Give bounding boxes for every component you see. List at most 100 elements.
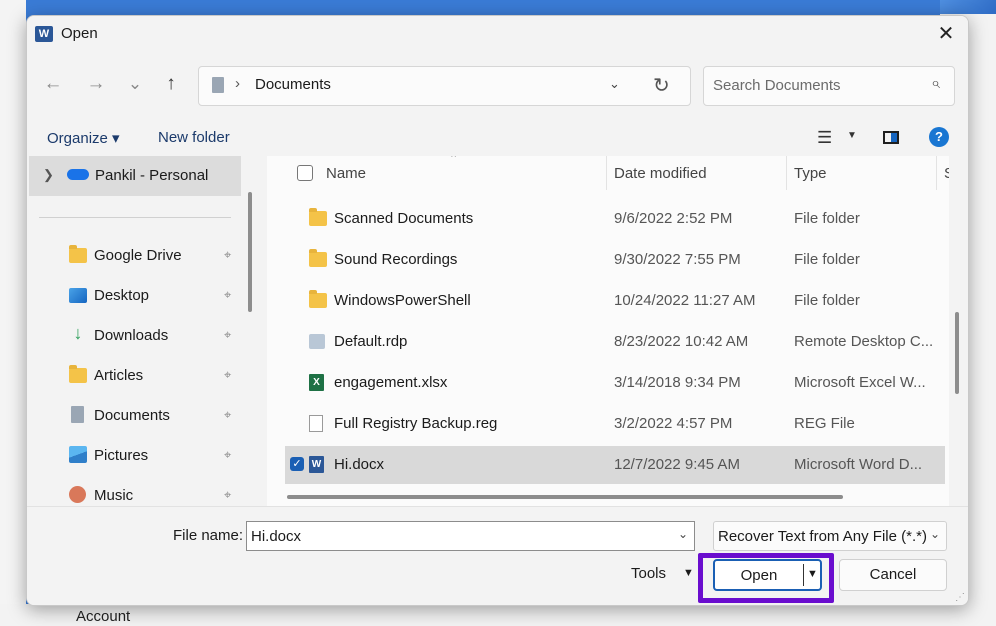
open-button-label[interactable]: Open bbox=[715, 567, 803, 584]
column-date-modified[interactable]: Date modified bbox=[614, 165, 707, 182]
sidebar-item-label: Pictures bbox=[94, 447, 149, 464]
sidebar-item-music[interactable]: Music ⌖ bbox=[67, 482, 247, 506]
background-wallpaper bbox=[940, 0, 996, 14]
download-icon: ↓ bbox=[73, 323, 83, 343]
tools-button[interactable]: Tools bbox=[631, 565, 666, 582]
file-type: Microsoft Word D... bbox=[794, 456, 923, 473]
chevron-down-icon[interactable]: ⌄ bbox=[930, 527, 940, 541]
rdp-icon bbox=[309, 334, 325, 349]
breadcrumb-documents[interactable]: Documents bbox=[255, 76, 331, 93]
file-row-selected[interactable]: ✓ W Hi.docx 12/7/2022 9:45 AM Microsoft … bbox=[285, 446, 945, 484]
sidebar-item-onedrive[interactable]: ❯ Pankil - Personal bbox=[29, 156, 241, 196]
word-icon: W bbox=[309, 456, 324, 473]
background-left bbox=[0, 0, 26, 626]
sidebar-item-label: Pankil - Personal bbox=[95, 167, 209, 184]
desktop-icon bbox=[69, 288, 87, 303]
file-type: File folder bbox=[794, 210, 860, 227]
up-arrow-icon[interactable]: ↑ bbox=[159, 72, 183, 96]
view-options-icon[interactable]: ☰ bbox=[817, 128, 832, 148]
sidebar-item-documents[interactable]: Documents ⌖ bbox=[67, 402, 247, 432]
sidebar-item-google-drive[interactable]: Google Drive ⌖ bbox=[67, 242, 247, 272]
search-icon[interactable]: ⌕ bbox=[931, 75, 940, 93]
new-folder-button[interactable]: New folder bbox=[158, 129, 230, 146]
file-row[interactable]: Full Registry Backup.reg 3/2/2022 4:57 P… bbox=[285, 405, 945, 443]
onedrive-cloud-icon bbox=[67, 169, 89, 180]
help-icon[interactable]: ? bbox=[929, 127, 949, 147]
pin-icon: ⌖ bbox=[224, 487, 232, 502]
file-row[interactable]: Default.rdp 8/23/2022 10:42 AM Remote De… bbox=[285, 323, 945, 361]
search-box[interactable]: Search Documents ⌕ bbox=[703, 66, 955, 106]
refresh-icon[interactable]: ↻ bbox=[653, 73, 670, 98]
navigation-scrollbar[interactable] bbox=[248, 192, 252, 312]
file-date: 12/7/2022 9:45 AM bbox=[614, 456, 740, 473]
dialog-footer: File name: Hi.docx ⌄ Recover Text from A… bbox=[27, 506, 968, 605]
cancel-button[interactable]: Cancel bbox=[839, 559, 947, 591]
file-type-filter-value[interactable]: Recover Text from Any File (*.*) bbox=[718, 528, 927, 545]
preview-pane-icon[interactable] bbox=[883, 131, 899, 144]
pin-icon: ⌖ bbox=[224, 407, 232, 422]
sidebar-item-downloads[interactable]: ↓ Downloads ⌖ bbox=[67, 322, 247, 352]
sidebar-item-desktop[interactable]: Desktop ⌖ bbox=[67, 282, 247, 312]
registry-icon bbox=[309, 415, 323, 432]
column-name[interactable]: Name bbox=[326, 165, 366, 182]
word-app-icon: W bbox=[35, 26, 53, 42]
column-type[interactable]: Type bbox=[794, 165, 827, 182]
chevron-down-icon[interactable]: ⌄ bbox=[678, 527, 688, 541]
pin-icon: ⌖ bbox=[224, 247, 232, 262]
select-all-checkbox[interactable] bbox=[297, 165, 313, 181]
vertical-scrollbar[interactable] bbox=[955, 312, 959, 394]
recent-locations-icon[interactable]: ⌄ bbox=[123, 72, 147, 96]
open-button[interactable]: Open ▼ bbox=[713, 559, 822, 591]
forward-arrow-icon[interactable]: → bbox=[84, 72, 108, 96]
file-type: Microsoft Excel W... bbox=[794, 374, 926, 391]
organize-button[interactable]: Organize ▾ bbox=[47, 129, 120, 147]
sidebar-item-articles[interactable]: Articles ⌖ bbox=[67, 362, 247, 392]
chevron-down-icon[interactable]: ⌄ bbox=[609, 76, 620, 92]
file-row[interactable]: WindowsPowerShell 10/24/2022 11:27 AM Fi… bbox=[285, 282, 945, 320]
column-divider[interactable] bbox=[786, 156, 787, 190]
address-bar[interactable]: › Documents ⌄ ↻ bbox=[198, 66, 691, 106]
sidebar-item-label: Music bbox=[94, 487, 134, 504]
file-type-filter[interactable]: Recover Text from Any File (*.*) ⌄ bbox=[713, 521, 947, 551]
file-row[interactable]: X engagement.xlsx 3/14/2018 9:34 PM Micr… bbox=[285, 364, 945, 402]
file-name: Default.rdp bbox=[334, 333, 408, 350]
file-row[interactable]: Scanned Documents 9/6/2022 2:52 PM File … bbox=[285, 200, 945, 238]
music-icon bbox=[69, 486, 86, 503]
sidebar-item-pictures[interactable]: Pictures ⌖ bbox=[67, 442, 247, 472]
file-name-field[interactable]: Hi.docx ⌄ bbox=[246, 521, 695, 551]
file-type: File folder bbox=[794, 251, 860, 268]
column-divider[interactable] bbox=[936, 156, 937, 190]
file-date: 3/14/2018 9:34 PM bbox=[614, 374, 741, 391]
file-name: Scanned Documents bbox=[334, 210, 474, 227]
open-options-chevron-icon[interactable]: ▼ bbox=[807, 568, 818, 580]
file-name: WindowsPowerShell bbox=[334, 292, 471, 309]
file-type: Remote Desktop C... bbox=[794, 333, 934, 350]
chevron-down-icon[interactable]: ▼ bbox=[847, 130, 857, 141]
file-name-value[interactable]: Hi.docx bbox=[251, 528, 301, 545]
sidebar-item-label: Downloads bbox=[94, 327, 169, 344]
file-name: engagement.xlsx bbox=[334, 374, 448, 391]
chevron-down-icon[interactable]: ▼ bbox=[683, 567, 694, 579]
folder-icon bbox=[69, 245, 87, 263]
close-icon[interactable]: ✕ bbox=[934, 22, 958, 46]
split-divider bbox=[803, 564, 804, 586]
file-name: Sound Recordings bbox=[334, 251, 458, 268]
file-date: 10/24/2022 11:27 AM bbox=[614, 292, 756, 309]
dialog-title: Open bbox=[61, 25, 98, 42]
sidebar-item-label: Desktop bbox=[94, 287, 150, 304]
open-dialog: W Open ✕ ← → ⌄ ↑ › Documents ⌄ ↻ Search … bbox=[26, 15, 969, 606]
chevron-right-icon[interactable]: ❯ bbox=[43, 167, 54, 183]
file-row[interactable]: Sound Recordings 9/30/2022 7:55 PM File … bbox=[285, 241, 945, 279]
folder-icon bbox=[309, 208, 327, 226]
column-divider[interactable] bbox=[606, 156, 607, 190]
horizontal-scrollbar[interactable] bbox=[287, 495, 843, 499]
search-input[interactable]: Search Documents bbox=[713, 77, 841, 94]
account-label[interactable]: Account bbox=[76, 608, 130, 625]
resize-grip-icon[interactable]: ⋰ bbox=[955, 592, 965, 603]
folder-icon bbox=[309, 290, 327, 308]
pictures-icon bbox=[69, 446, 87, 463]
back-arrow-icon[interactable]: ← bbox=[41, 72, 65, 96]
row-checkbox[interactable]: ✓ bbox=[290, 457, 304, 471]
file-date: 8/23/2022 10:42 AM bbox=[614, 333, 749, 350]
column-size[interactable]: S bbox=[944, 165, 949, 182]
